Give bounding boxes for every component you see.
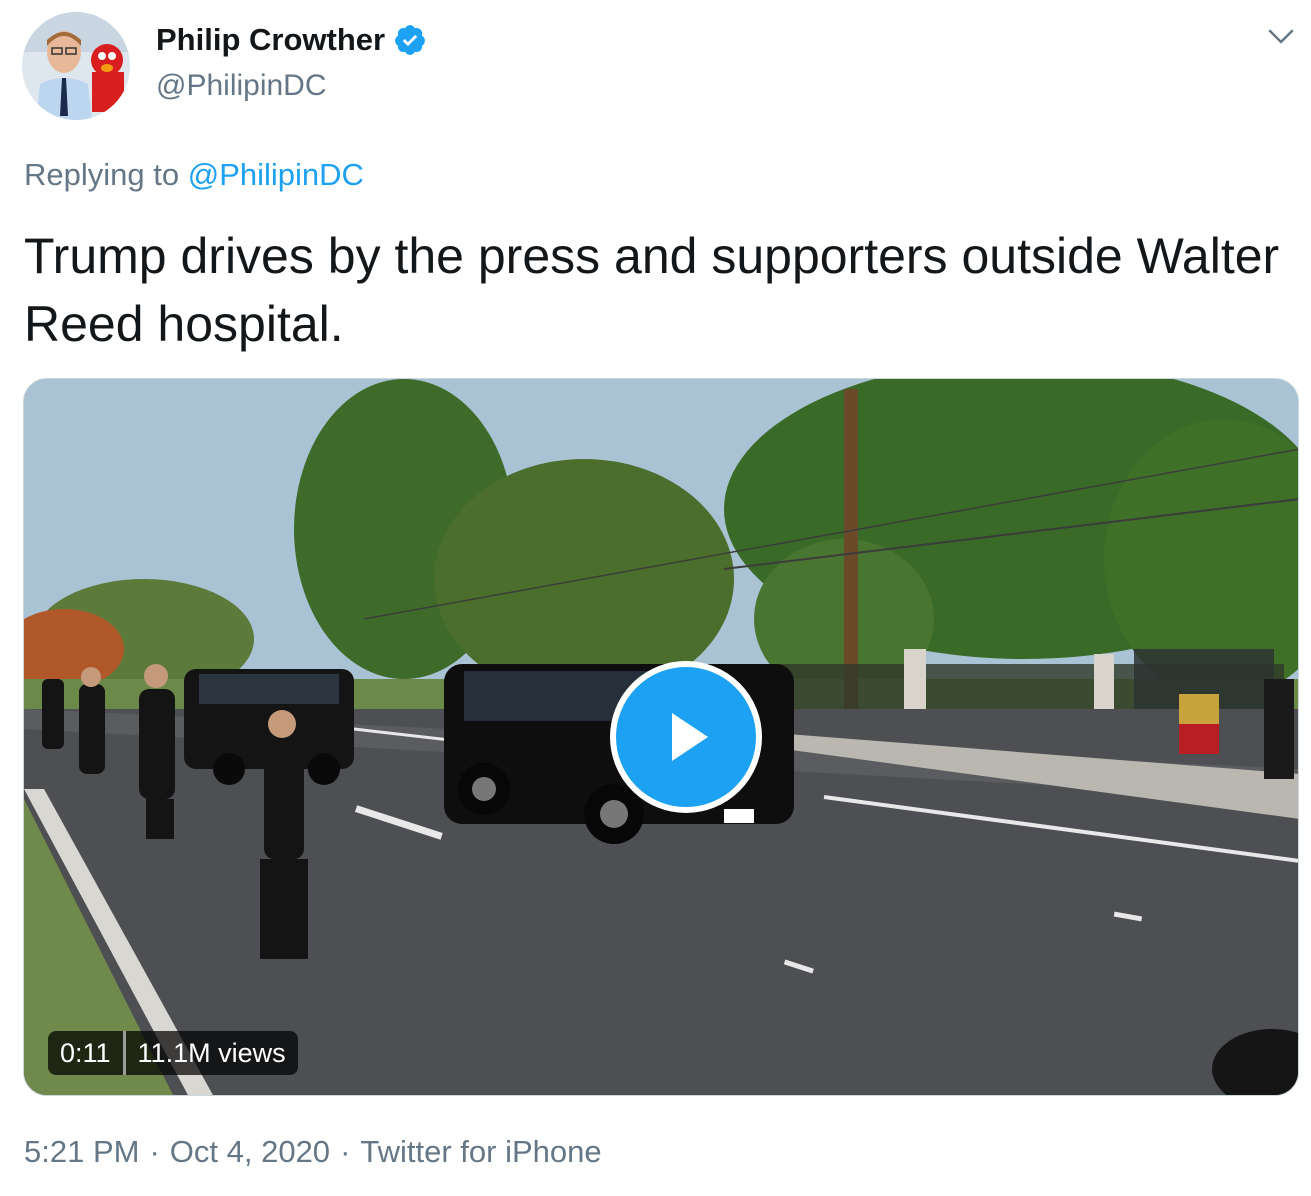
avatar[interactable] (22, 12, 130, 120)
reply-mention-link[interactable]: @PhilipinDC (188, 157, 364, 192)
play-icon (672, 713, 708, 761)
avatar-image (22, 12, 130, 120)
reply-context: Replying to @PhilipinDC (24, 157, 364, 193)
separator: · (340, 1134, 351, 1169)
author-handle[interactable]: @PhilipinDC (156, 68, 327, 104)
tweet-source[interactable]: Twitter for iPhone (360, 1134, 601, 1169)
video-duration: 0:11 (60, 1037, 111, 1068)
author-name-row[interactable]: Philip Crowther (156, 22, 427, 58)
reply-prefix: Replying to (24, 157, 180, 192)
video-stats-badge: 0:11 11.1M views (48, 1031, 298, 1075)
author-display-name[interactable]: Philip Crowther (156, 22, 385, 58)
video-view-count: 11.1M views (137, 1037, 286, 1068)
tweet-time[interactable]: 5:21 PM (24, 1134, 139, 1169)
tweet-metadata: 5:21 PM · Oct 4, 2020 · Twitter for iPhone (24, 1132, 602, 1172)
verified-badge-icon (395, 25, 425, 55)
separator: · (149, 1134, 160, 1169)
play-button[interactable] (610, 661, 762, 813)
tweet-text: Trump drives by the press and supporters… (24, 228, 1280, 352)
tweet-date[interactable]: Oct 4, 2020 (170, 1134, 330, 1169)
chevron-down-icon[interactable] (1266, 24, 1296, 48)
video-player[interactable]: 0:11 11.1M views (23, 378, 1299, 1096)
